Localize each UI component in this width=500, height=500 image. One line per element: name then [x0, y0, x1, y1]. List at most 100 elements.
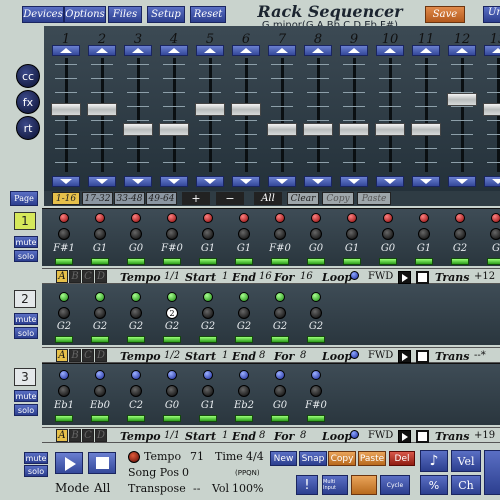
step-pitch-knob[interactable]	[490, 228, 500, 240]
step-gate[interactable]	[163, 336, 181, 343]
step-led[interactable]	[167, 370, 177, 380]
remove-pattern-button[interactable]: −	[216, 192, 244, 205]
fader-6-knob[interactable]	[231, 103, 261, 116]
track-3-select[interactable]: 3	[14, 368, 36, 386]
step-led[interactable]	[275, 370, 285, 380]
fader-8-down-arrow[interactable]	[304, 176, 332, 187]
step-pitch-knob[interactable]	[310, 307, 322, 319]
step-led[interactable]	[131, 213, 141, 223]
step-pitch-knob[interactable]	[274, 307, 286, 319]
record-button[interactable]	[351, 475, 377, 495]
fader-9-up-arrow[interactable]	[340, 45, 368, 56]
cycle-button[interactable]: Cycle	[380, 475, 410, 495]
fader-10-knob[interactable]	[375, 123, 405, 136]
variation-c-button[interactable]: C	[82, 349, 94, 362]
step-led[interactable]	[275, 213, 285, 223]
step-pitch-knob[interactable]	[58, 385, 70, 397]
step-gate[interactable]	[55, 415, 73, 422]
tempo-value[interactable]: 1/1	[164, 430, 180, 441]
step-gate[interactable]	[487, 258, 500, 265]
fader-7-down-arrow[interactable]	[268, 176, 296, 187]
time-value[interactable]: 4/4	[246, 450, 264, 463]
paste-button[interactable]: Paste	[357, 192, 391, 205]
track-1-select[interactable]: 1	[14, 212, 36, 230]
transpose-value[interactable]: --	[193, 482, 200, 495]
step-pitch-knob[interactable]	[202, 307, 214, 319]
fader-13-knob[interactable]	[483, 103, 500, 116]
copy-event-button[interactable]: Copy	[328, 451, 356, 466]
step-pitch-knob[interactable]	[310, 385, 322, 397]
step-led[interactable]	[131, 370, 141, 380]
step-gate[interactable]	[199, 258, 217, 265]
step-pitch-knob[interactable]	[94, 307, 106, 319]
transport-solo[interactable]: solo	[24, 465, 48, 477]
track-2-mute[interactable]: mute	[14, 313, 38, 325]
step-gate[interactable]	[127, 258, 145, 265]
track-3-solo[interactable]: solo	[14, 404, 38, 416]
step-gate[interactable]	[199, 336, 217, 343]
direction-value[interactable]: FWD	[368, 271, 393, 282]
step-led[interactable]	[239, 292, 249, 302]
step-pitch-knob[interactable]	[58, 228, 70, 240]
fader-12-down-arrow[interactable]	[448, 176, 476, 187]
step-pitch-knob[interactable]	[166, 385, 178, 397]
bank-49-64[interactable]: 49-64	[146, 192, 177, 205]
step-pitch-knob[interactable]	[130, 228, 142, 240]
step-pitch-knob[interactable]	[202, 228, 214, 240]
fader-11-knob[interactable]	[411, 123, 441, 136]
step-gate[interactable]	[343, 258, 361, 265]
snap-button[interactable]: Snap	[299, 451, 327, 466]
fader-8-knob[interactable]	[303, 123, 333, 136]
fader-2-down-arrow[interactable]	[88, 176, 116, 187]
fader-4-down-arrow[interactable]	[160, 176, 188, 187]
variation-b-button[interactable]: B	[69, 429, 81, 442]
options-button[interactable]: Options	[64, 6, 106, 23]
step-gate[interactable]	[91, 415, 109, 422]
step-pitch-knob[interactable]	[418, 228, 430, 240]
step-gate[interactable]	[235, 336, 253, 343]
fader-5-knob[interactable]	[195, 103, 225, 116]
step-pitch-knob[interactable]	[346, 228, 358, 240]
track-play-icon[interactable]	[398, 271, 411, 284]
save-button[interactable]: Save	[425, 6, 465, 23]
all-button[interactable]: All	[254, 192, 282, 205]
vel-button[interactable]: Vel	[451, 450, 481, 472]
step-pitch-knob[interactable]	[454, 228, 466, 240]
tempo-knob[interactable]	[128, 451, 140, 463]
new-button[interactable]: New	[270, 451, 297, 466]
trans-value[interactable]: +19	[474, 430, 495, 441]
reset-button[interactable]: Reset	[190, 6, 226, 23]
fader-3-down-arrow[interactable]	[124, 176, 152, 187]
fader-7-knob[interactable]	[267, 123, 297, 136]
exclaim-button[interactable]: !	[296, 475, 318, 495]
fader-2-up-arrow[interactable]	[88, 45, 116, 56]
track-stop-icon[interactable]	[416, 350, 429, 363]
page-button[interactable]: Page	[10, 191, 38, 206]
step-pitch-knob[interactable]	[202, 385, 214, 397]
variation-a-button[interactable]: A	[56, 429, 68, 442]
fader-13-up-arrow[interactable]	[484, 45, 500, 56]
fader-4-knob[interactable]	[159, 123, 189, 136]
step-gate[interactable]	[199, 415, 217, 422]
fader-3-up-arrow[interactable]	[124, 45, 152, 56]
mode-value[interactable]: All	[94, 481, 110, 495]
step-gate[interactable]	[127, 415, 145, 422]
copy-button[interactable]: Copy	[322, 192, 354, 205]
step-led[interactable]	[491, 213, 500, 223]
variation-a-button[interactable]: A	[56, 270, 68, 283]
trans-value[interactable]: +12	[474, 271, 495, 282]
clear-button[interactable]: Clear	[287, 192, 319, 205]
fader-10-up-arrow[interactable]	[376, 45, 404, 56]
trans-value[interactable]: --*	[474, 350, 486, 361]
step-pitch-knob[interactable]	[382, 228, 394, 240]
vol-value[interactable]: 100%	[232, 482, 263, 495]
step-pitch-knob[interactable]	[130, 385, 142, 397]
tempo-value[interactable]: 1/2	[164, 350, 180, 361]
step-led[interactable]	[59, 292, 69, 302]
fader-8-up-arrow[interactable]	[304, 45, 332, 56]
fader-7-up-arrow[interactable]	[268, 45, 296, 56]
step-led[interactable]	[455, 213, 465, 223]
track-1-solo[interactable]: solo	[14, 250, 38, 262]
setup-button[interactable]: Setup	[147, 6, 185, 23]
step-led[interactable]	[275, 292, 285, 302]
